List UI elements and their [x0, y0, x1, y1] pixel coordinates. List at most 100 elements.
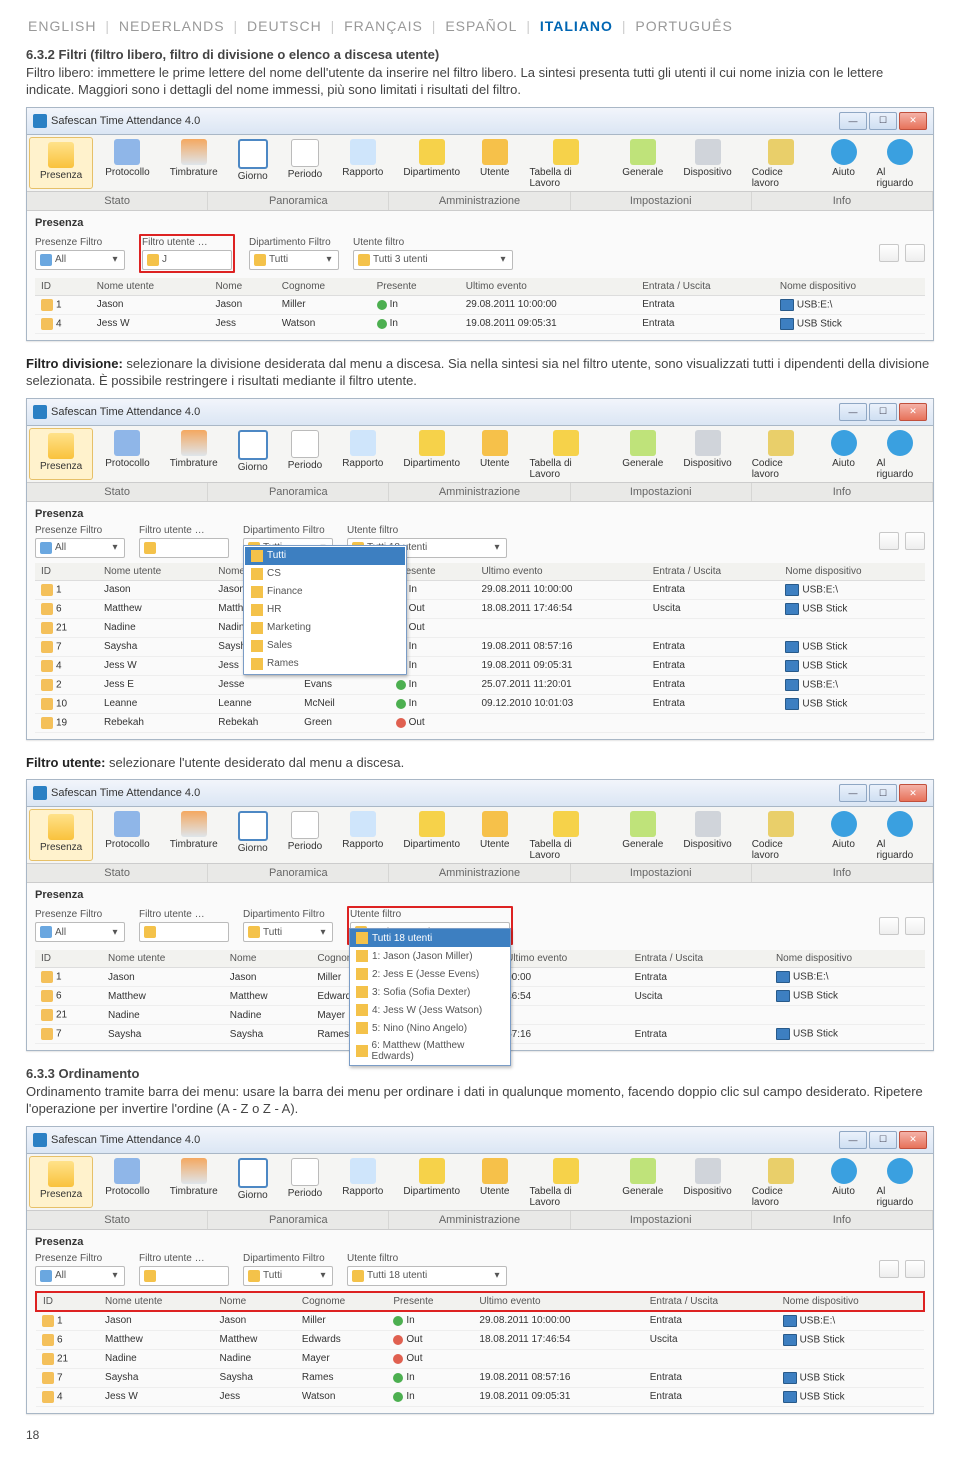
combo-tutti-18-utenti[interactable]: Tutti 18 utenti▾ — [347, 1266, 507, 1286]
toolbar-presenza[interactable]: Presenza — [29, 428, 93, 480]
toolbar-rapporto[interactable]: Rapporto — [332, 426, 393, 482]
tab-stato[interactable]: Stato — [27, 1211, 208, 1229]
col-nome-utente[interactable]: Nome utente — [91, 278, 210, 296]
toolbar-protocollo[interactable]: Protocollo — [95, 1154, 159, 1210]
lang-nederlands[interactable]: NEDERLANDS — [119, 18, 225, 34]
print-icon[interactable] — [905, 532, 925, 550]
col-id[interactable]: ID — [35, 278, 91, 296]
toolbar-utente[interactable]: Utente — [470, 807, 519, 863]
toolbar-al-riguardo[interactable]: Al riguardo — [867, 426, 934, 482]
print-icon[interactable] — [905, 917, 925, 935]
toolbar-giorno[interactable]: Giorno — [228, 135, 278, 191]
close-button[interactable]: ✕ — [899, 403, 927, 421]
toolbar-timbrature[interactable]: Timbrature — [160, 135, 228, 191]
col-id[interactable]: ID — [35, 563, 98, 581]
combo-tutti[interactable]: Tutti▾ — [243, 922, 333, 942]
toolbar-protocollo[interactable]: Protocollo — [95, 807, 159, 863]
toolbar-periodo[interactable]: Periodo — [278, 426, 332, 482]
toolbar-tabella-di-lavoro[interactable]: Tabella di Lavoro — [520, 807, 613, 863]
toolbar-giorno[interactable]: Giorno — [228, 426, 278, 482]
combo-tutti[interactable]: Tutti▾ — [249, 250, 339, 270]
toolbar-tabella-di-lavoro[interactable]: Tabella di Lavoro — [520, 1154, 613, 1210]
dept-option[interactable]: Rames — [245, 655, 405, 673]
dept-option[interactable]: Marketing — [245, 619, 405, 637]
lang-français[interactable]: FRANÇAIS — [344, 18, 423, 34]
minimize-button[interactable]: — — [839, 1131, 867, 1149]
user-option[interactable]: 5: Nino (Nino Angelo) — [350, 1019, 510, 1037]
lang-español[interactable]: ESPAÑOL — [445, 18, 517, 34]
table-row[interactable]: 10 LeanneLeanneMcNeil In 09.12.2010 10:0… — [35, 694, 925, 713]
col-presente[interactable]: Presente — [387, 1292, 473, 1311]
print-icon[interactable] — [905, 1260, 925, 1278]
maximize-button[interactable]: ☐ — [869, 784, 897, 802]
toolbar-tabella-di-lavoro[interactable]: Tabella di Lavoro — [520, 135, 613, 191]
toolbar-protocollo[interactable]: Protocollo — [95, 426, 159, 482]
dept-option[interactable]: Sales — [245, 637, 405, 655]
print-icon[interactable] — [905, 244, 925, 262]
tab-amministrazione[interactable]: Amministrazione — [389, 483, 570, 501]
tab-panoramica[interactable]: Panoramica — [208, 1211, 389, 1229]
user-option[interactable]: Tutti 18 utenti — [350, 929, 510, 947]
toolbar-presenza[interactable]: Presenza — [29, 1156, 93, 1208]
tab-amministrazione[interactable]: Amministrazione — [389, 192, 570, 210]
table-row[interactable]: 4 Jess WJessWatson In 19.08.2011 09:05:3… — [35, 314, 925, 333]
close-button[interactable]: ✕ — [899, 784, 927, 802]
combo-all[interactable]: All▾ — [35, 250, 125, 270]
toolbar-al-riguardo[interactable]: Al riguardo — [867, 1154, 934, 1210]
maximize-button[interactable]: ☐ — [869, 112, 897, 130]
col-entrata-uscita[interactable]: Entrata / Uscita — [647, 563, 780, 581]
col-entrata-uscita[interactable]: Entrata / Uscita — [636, 278, 774, 296]
col-presente[interactable]: Presente — [371, 278, 460, 296]
dept-option[interactable]: CS — [245, 565, 405, 583]
col-entrata-uscita[interactable]: Entrata / Uscita — [644, 1292, 777, 1311]
toolbar-dipartimento[interactable]: Dipartimento — [393, 426, 470, 482]
toolbar-aiuto[interactable]: Aiuto — [821, 426, 867, 482]
col-ultimo-evento[interactable]: Ultimo evento — [500, 950, 629, 968]
toolbar-dispositivo[interactable]: Dispositivo — [673, 1154, 741, 1210]
tab-panoramica[interactable]: Panoramica — [208, 192, 389, 210]
table-row[interactable]: 21 NadineNadineMayer Out — [35, 618, 925, 637]
tab-info[interactable]: Info — [752, 1211, 933, 1229]
combo-tutti[interactable]: Tutti▾ — [243, 1266, 333, 1286]
minimize-button[interactable]: — — [839, 112, 867, 130]
toolbar-rapporto[interactable]: Rapporto — [332, 1154, 393, 1210]
maximize-button[interactable]: ☐ — [869, 1131, 897, 1149]
user-option[interactable]: 2: Jess E (Jesse Evens) — [350, 965, 510, 983]
combo-all[interactable]: All▾ — [35, 922, 125, 942]
minimize-button[interactable]: — — [839, 403, 867, 421]
table-row[interactable]: 4 Jess WJessWatson In 19.08.2011 09:05:3… — [36, 1387, 924, 1406]
table-row[interactable]: 1 JasonJasonMiller In 29.08.2011 10:00:0… — [35, 580, 925, 599]
toolbar-dispositivo[interactable]: Dispositivo — [673, 807, 741, 863]
col-ultimo-evento[interactable]: Ultimo evento — [473, 1292, 643, 1311]
table-row[interactable]: 7 SayshaSayshaRames In 19.08.2011 08:57:… — [36, 1368, 924, 1387]
toolbar-aiuto[interactable]: Aiuto — [821, 1154, 867, 1210]
col-nome-dispositivo[interactable]: Nome dispositivo — [770, 950, 925, 968]
tab-impostazioni[interactable]: Impostazioni — [571, 483, 752, 501]
tab-info[interactable]: Info — [752, 483, 933, 501]
free-filter-input[interactable] — [139, 922, 229, 942]
toolbar-dipartimento[interactable]: Dipartimento — [393, 135, 470, 191]
col-nome[interactable]: Nome — [224, 950, 312, 968]
toolbar-codice-lavoro[interactable]: Codice lavoro — [742, 807, 821, 863]
report-icon[interactable] — [879, 244, 899, 262]
toolbar-dispositivo[interactable]: Dispositivo — [673, 135, 741, 191]
toolbar-dipartimento[interactable]: Dipartimento — [393, 1154, 470, 1210]
col-ultimo-evento[interactable]: Ultimo evento — [475, 563, 646, 581]
tab-panoramica[interactable]: Panoramica — [208, 864, 389, 882]
toolbar-generale[interactable]: Generale — [612, 807, 673, 863]
tab-info[interactable]: Info — [752, 192, 933, 210]
tab-amministrazione[interactable]: Amministrazione — [389, 1211, 570, 1229]
lang-italiano[interactable]: ITALIANO — [540, 18, 613, 34]
toolbar-rapporto[interactable]: Rapporto — [332, 135, 393, 191]
toolbar-periodo[interactable]: Periodo — [278, 1154, 332, 1210]
toolbar-rapporto[interactable]: Rapporto — [332, 807, 393, 863]
toolbar-aiuto[interactable]: Aiuto — [821, 135, 867, 191]
col-id[interactable]: ID — [36, 1292, 99, 1311]
free-filter-input[interactable]: J — [142, 250, 232, 270]
tab-impostazioni[interactable]: Impostazioni — [571, 192, 752, 210]
toolbar-codice-lavoro[interactable]: Codice lavoro — [742, 135, 821, 191]
toolbar-timbrature[interactable]: Timbrature — [160, 426, 228, 482]
toolbar-al-riguardo[interactable]: Al riguardo — [867, 135, 934, 191]
dept-option[interactable]: Finance — [245, 583, 405, 601]
user-option[interactable]: 4: Jess W (Jess Watson) — [350, 1001, 510, 1019]
